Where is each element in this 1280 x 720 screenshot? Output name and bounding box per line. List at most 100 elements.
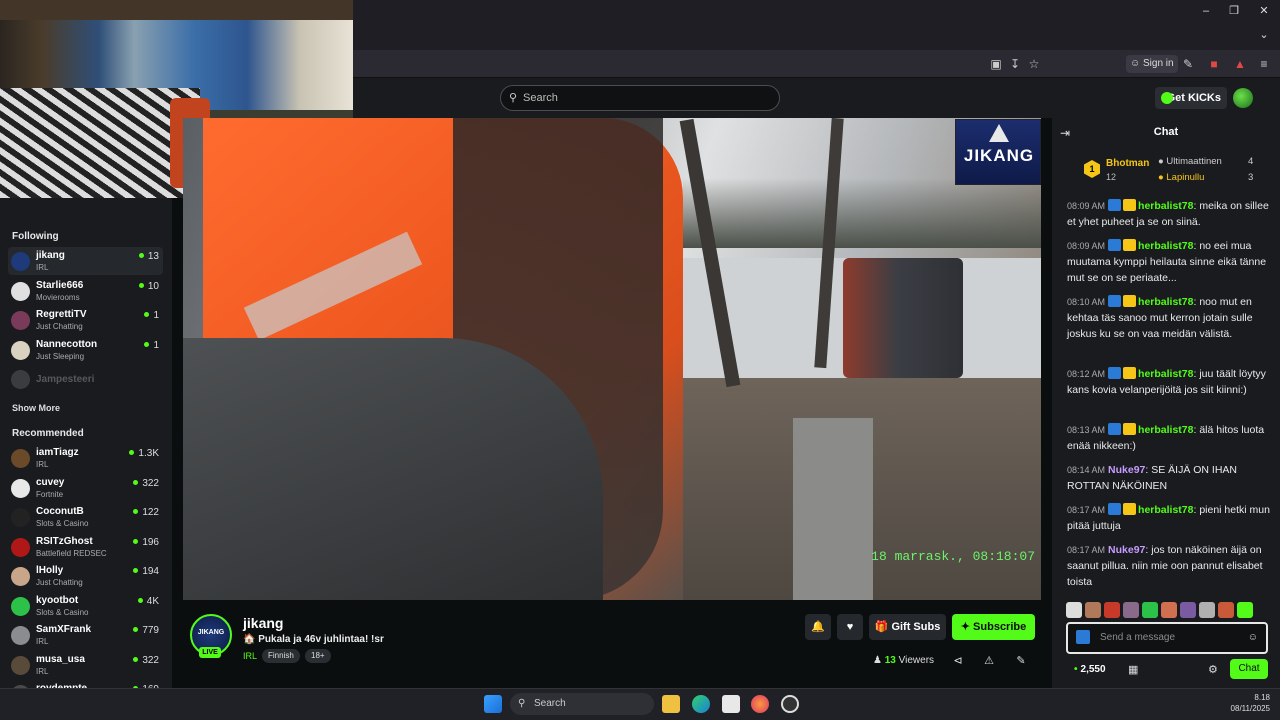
crown-badge-icon [1123, 295, 1137, 307]
sidebar-item-lholly[interactable]: lHolly Just Chatting 194 [8, 562, 163, 590]
sidebar-item-jikang[interactable]: jikang IRL 13 [8, 247, 163, 275]
emote-icon[interactable] [1142, 602, 1158, 618]
sidebar-item-starlie666[interactable]: Starlie666 Movierooms 10 [8, 277, 163, 305]
screenshot-icon[interactable]: ▣ [988, 56, 1004, 72]
viewers-label: Viewers [898, 655, 935, 666]
channel-viewers: 4K [138, 596, 159, 607]
message-user[interactable]: herbalist78 [1138, 240, 1193, 252]
message-user[interactable]: Nuke97 [1108, 544, 1145, 556]
sidebar-item-cuvey[interactable]: cuvey Fortnite 322 [8, 474, 163, 502]
search-input[interactable]: ⚲ Search [500, 85, 780, 111]
message-user[interactable]: herbalist78 [1138, 200, 1193, 212]
sidebar-item-jampesteeri[interactable]: Jampesteeri [8, 365, 163, 393]
chat-message-input[interactable]: Send a message ☺ [1066, 622, 1268, 654]
channel-category: Just Chatting [36, 322, 83, 331]
video-player[interactable]: JIKANG 18 marrask., 08:18:07 [183, 118, 1041, 600]
menu-icon[interactable]: ≡ [1256, 56, 1272, 72]
tag-age[interactable]: 18+ [305, 649, 331, 663]
report-icon[interactable]: ⚠ [982, 654, 996, 668]
firefox-icon[interactable] [751, 695, 769, 713]
windows-start-icon[interactable] [484, 695, 502, 713]
emote-icon[interactable] [1161, 602, 1177, 618]
extensions-icon[interactable]: ✎ [1180, 56, 1196, 72]
store-icon[interactable]: ▦ [1128, 663, 1138, 676]
verified-badge-icon [1108, 295, 1122, 307]
leader-2: ● Ultimaattinen [1158, 156, 1222, 167]
chat-settings-icon[interactable]: ⚙ [1208, 663, 1218, 676]
sidebar-item-rsitzghost[interactable]: RSITzGhost Battlefield REDSEC 196 [8, 533, 163, 561]
chat-send-button[interactable]: Chat [1230, 659, 1268, 679]
notification-bell-button[interactable]: 🔔 [805, 614, 831, 640]
emote-icon[interactable] [1104, 602, 1120, 618]
message-user[interactable]: Nuke97 [1108, 464, 1145, 476]
emote-icon[interactable] [1199, 602, 1215, 618]
sidebar: Following jikang IRL 13 Starlie666 Movieroom… [0, 118, 172, 704]
file-explorer-icon[interactable] [662, 695, 680, 713]
get-kicks-button[interactable]: Get KICKs [1155, 87, 1227, 109]
store-app-icon[interactable] [722, 695, 740, 713]
crown-badge-icon [1123, 239, 1137, 251]
channel-name: RSITzGhost [36, 535, 93, 547]
search-placeholder: Search [523, 92, 558, 104]
stream-category[interactable]: IRL [243, 651, 257, 661]
clip-icon[interactable]: ✎ [1014, 654, 1028, 668]
sidebar-item-samxfrank[interactable]: SamXFrank IRL 779 [8, 621, 163, 649]
emoji-icon[interactable]: ☺ [1248, 624, 1258, 652]
message-user[interactable]: herbalist78 [1138, 424, 1193, 436]
channel-viewers: 322 [133, 655, 159, 666]
channel-viewers: 322 [133, 478, 159, 489]
tag-language[interactable]: Finnish [262, 649, 300, 663]
sidebar-item-regrettitv[interactable]: RegrettiTV Just Chatting 1 [8, 306, 163, 334]
follow-button[interactable]: ♥ [837, 614, 863, 640]
subscribe-button[interactable]: ✦ Subscribe [952, 614, 1035, 640]
extension-badge-icon[interactable]: ■ [1206, 56, 1222, 72]
emote-icon[interactable] [1180, 602, 1196, 618]
gift-leaderboard: 1 Bhotman 12 ● Ultimaattinen 4 ● Lapinul… [1066, 156, 1276, 190]
channel-category: Slots & Casino [36, 519, 89, 528]
edge-browser-icon[interactable] [692, 695, 710, 713]
emote-icon[interactable] [1237, 602, 1253, 618]
share-icon[interactable]: ⊲ [951, 654, 965, 668]
restore-icon[interactable]: ❐ [1224, 4, 1244, 18]
chat-message: 08:14 AM Nuke97: SE ÄIJÄ ON IHAN ROTTAN N… [1067, 462, 1273, 494]
sign-in-button[interactable]: ☺ Sign in [1126, 55, 1178, 73]
message-user[interactable]: herbalist78 [1138, 368, 1193, 380]
channel-viewers: 122 [133, 507, 159, 518]
channel-avatar [11, 537, 30, 557]
ublock-icon[interactable]: ▲ [1232, 56, 1248, 72]
chat-message: 08:10 AM herbalist78: noo mut en kehtaa t… [1067, 294, 1273, 342]
rank-1-badge: 1 [1084, 160, 1100, 178]
close-icon[interactable]: ✕ [1254, 4, 1274, 18]
minimize-icon[interactable]: – [1196, 4, 1216, 18]
channel-points[interactable]: 2,550 [1074, 664, 1106, 675]
leader-3-count: 3 [1248, 172, 1254, 183]
message-user[interactable]: herbalist78 [1138, 504, 1193, 516]
kicks-coin-icon [1161, 92, 1173, 104]
sidebar-item-kyootbot[interactable]: kyootbot Slots & Casino 4K [8, 592, 163, 620]
channel-name: kyootbot [36, 594, 79, 606]
chat-message: 08:17 AM Nuke97: jos ton näköinen äijä on… [1067, 542, 1273, 590]
channel-viewers: 10 [139, 281, 159, 292]
streamer-name[interactable]: jikang [243, 615, 283, 631]
chevron-down-icon[interactable]: ⌄ [1254, 28, 1274, 42]
channel-avatar [11, 655, 30, 675]
gift-subs-button[interactable]: 🎁 Gift Subs [869, 614, 946, 640]
show-more-button[interactable]: Show More [12, 403, 60, 413]
download-icon[interactable]: ↧ [1007, 56, 1023, 72]
taskbar-search[interactable]: ⚲ Search [510, 693, 654, 715]
sidebar-item-musa_usa[interactable]: musa_usa IRL 322 [8, 651, 163, 679]
message-user[interactable]: herbalist78 [1138, 296, 1193, 308]
sidebar-item-iamtiagz[interactable]: iamTiagz IRL 1.3K [8, 444, 163, 472]
clock-time: 8.18 [1254, 693, 1270, 702]
sidebar-item-nannecotton[interactable]: Nannecotton Just Sleeping 1 [8, 336, 163, 364]
emote-icon[interactable] [1218, 602, 1234, 618]
chat-input-placeholder: Send a message [1100, 632, 1176, 643]
emote-icon[interactable] [1123, 602, 1139, 618]
user-avatar[interactable] [1233, 88, 1253, 108]
emote-icon[interactable] [1066, 602, 1082, 618]
sidebar-item-coconutb[interactable]: CoconutB Slots & Casino 122 [8, 503, 163, 531]
steam-icon[interactable] [781, 695, 799, 713]
emote-icon[interactable] [1085, 602, 1101, 618]
live-badge: LIVE [199, 647, 221, 658]
bookmark-star-icon[interactable]: ☆ [1026, 56, 1042, 72]
